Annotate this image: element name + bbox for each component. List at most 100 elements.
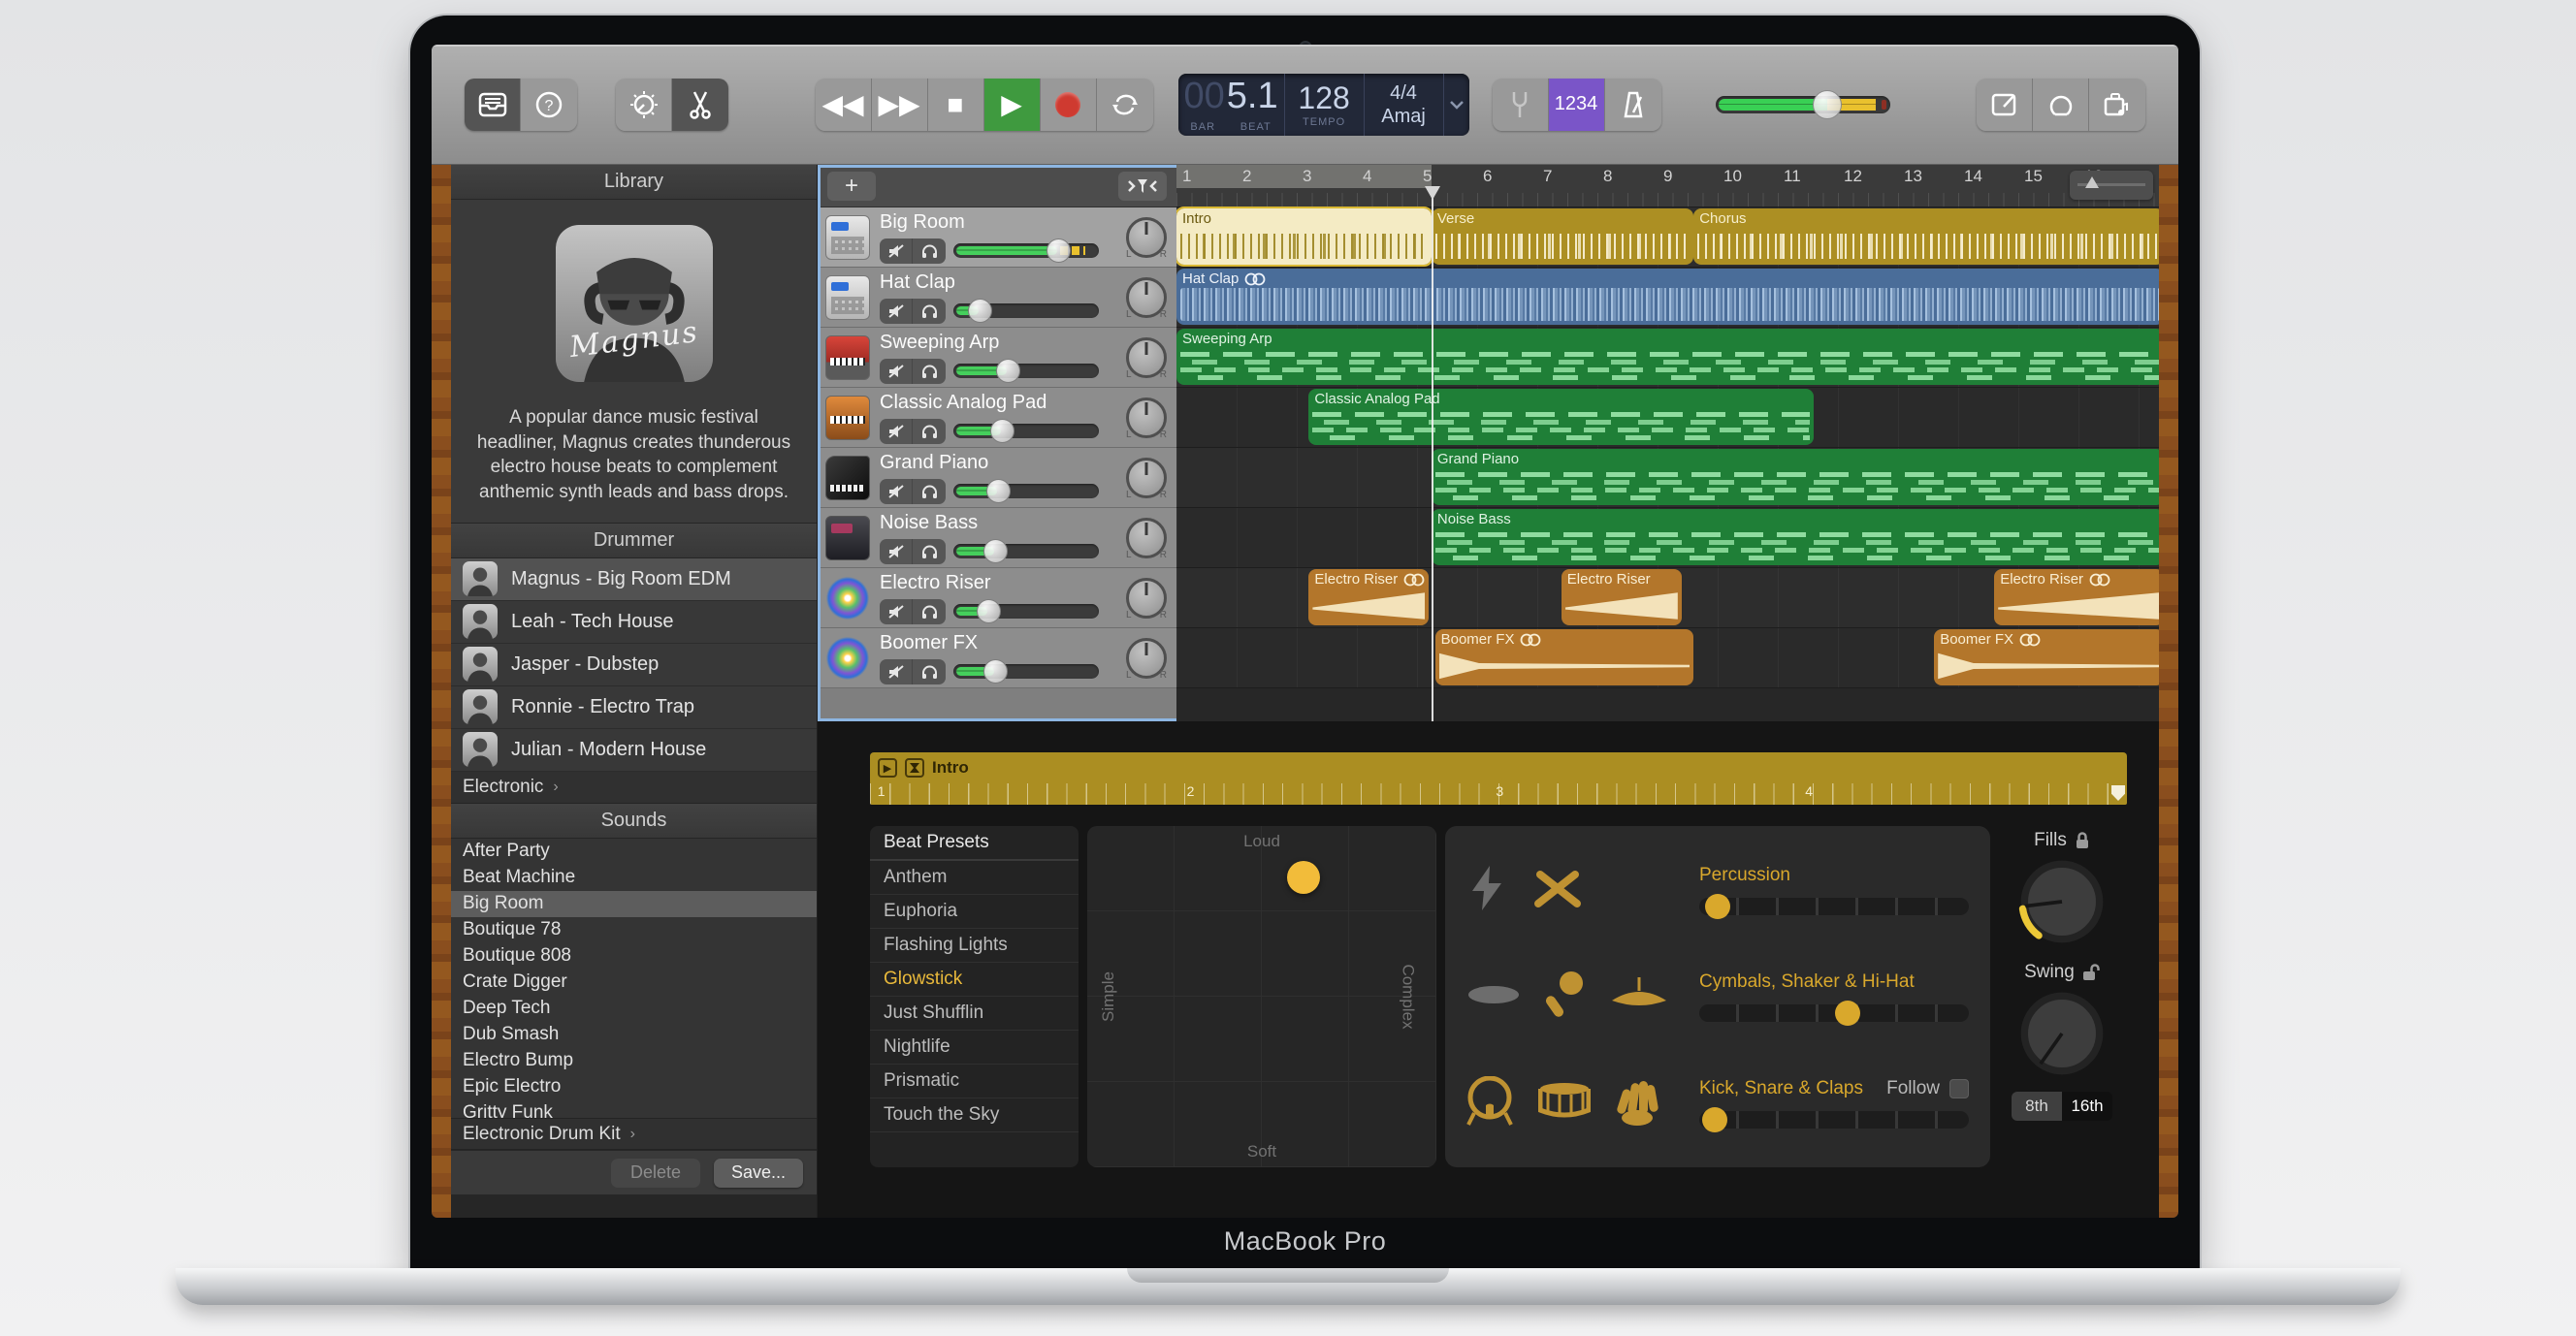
region-midi-green[interactable]: Sweeping Arp bbox=[1176, 329, 2159, 385]
media-browser-button[interactable] bbox=[2089, 79, 2145, 131]
rewind-button[interactable]: ◀◀ bbox=[816, 79, 872, 131]
track-lane[interactable]: Noise Bass bbox=[1176, 508, 2159, 568]
region-audio-orange[interactable]: Electro Riser bbox=[1562, 569, 1682, 625]
track-header-row[interactable]: Big RoomLR bbox=[818, 207, 1176, 268]
volume-thumb[interactable] bbox=[983, 539, 1008, 563]
sound-list-item[interactable]: After Party bbox=[451, 839, 817, 865]
solo-button[interactable] bbox=[913, 359, 946, 384]
xy-puck[interactable] bbox=[1287, 861, 1320, 894]
region-audio-orange[interactable]: Electro Riser bbox=[1308, 569, 1429, 625]
mute-button[interactable] bbox=[880, 359, 913, 384]
lightning-icon[interactable] bbox=[1466, 864, 1507, 917]
library-toggle-button[interactable] bbox=[465, 79, 521, 131]
solo-button[interactable] bbox=[913, 299, 946, 324]
editor-end-marker[interactable] bbox=[2111, 785, 2125, 801]
region-audio-orange[interactable]: Boomer FX bbox=[1435, 629, 1694, 685]
drummer-list-item[interactable]: Ronnie - Electro Trap bbox=[451, 686, 817, 729]
beat-preset-item[interactable]: Glowstick bbox=[870, 963, 1079, 997]
sound-list-item[interactable]: Boutique 78 bbox=[451, 917, 817, 943]
volume-thumb[interactable] bbox=[968, 299, 992, 323]
track-filter-button[interactable] bbox=[1118, 172, 1167, 201]
kit-breadcrumb[interactable]: Electronic Drum Kit› bbox=[451, 1118, 817, 1150]
track-header-row[interactable]: Hat ClapLR bbox=[818, 268, 1176, 328]
metronome-button[interactable] bbox=[1605, 79, 1661, 131]
editor-play-icon[interactable]: ▶ bbox=[878, 758, 897, 778]
master-volume-slider[interactable] bbox=[1716, 96, 1890, 113]
solo-button[interactable] bbox=[913, 419, 946, 444]
track-lane[interactable]: Sweeping Arp bbox=[1176, 328, 2159, 388]
forward-button[interactable]: ▶▶ bbox=[872, 79, 928, 131]
track-header-row[interactable]: Sweeping ArpLR bbox=[818, 328, 1176, 388]
track-volume-slider[interactable] bbox=[953, 484, 1099, 498]
save-button[interactable]: Save... bbox=[714, 1159, 803, 1188]
follow-checkbox[interactable] bbox=[1949, 1079, 1969, 1098]
volume-thumb[interactable] bbox=[996, 359, 1020, 383]
track-volume-slider[interactable] bbox=[953, 243, 1099, 258]
mute-button[interactable] bbox=[880, 419, 913, 444]
track-lane[interactable]: IntroVerseChorus bbox=[1176, 207, 2159, 268]
track-volume-slider[interactable] bbox=[953, 424, 1099, 438]
track-volume-slider[interactable] bbox=[953, 604, 1099, 619]
drummer-list-item[interactable]: Jasper - Dubstep bbox=[451, 644, 817, 686]
volume-thumb[interactable] bbox=[1046, 239, 1071, 263]
sound-list-item[interactable]: Electro Bump bbox=[451, 1048, 817, 1074]
editors-button[interactable] bbox=[672, 79, 728, 131]
swing-rate-option[interactable]: 8th bbox=[2012, 1092, 2062, 1121]
beat-preset-item[interactable]: Anthem bbox=[870, 861, 1079, 895]
quick-help-button[interactable]: ? bbox=[521, 79, 577, 131]
fills-knob[interactable] bbox=[2017, 857, 2107, 946]
region-drummer[interactable]: Verse bbox=[1432, 208, 1693, 265]
add-track-button[interactable]: + bbox=[827, 172, 876, 201]
mute-button[interactable] bbox=[880, 479, 913, 504]
track-lane[interactable]: Boomer FXBoomer FX bbox=[1176, 628, 2159, 688]
region-midi-green[interactable]: Classic Analog Pad bbox=[1308, 389, 1814, 445]
crash-cymbal-icon[interactable] bbox=[1610, 975, 1668, 1019]
drum-mix-slider[interactable] bbox=[1699, 1111, 1969, 1129]
drum-mix-slider-thumb[interactable] bbox=[1705, 894, 1730, 919]
drummer-list-item[interactable]: Magnus - Big Room EDM bbox=[451, 558, 817, 601]
drum-mix-slider[interactable] bbox=[1699, 1004, 1969, 1022]
drumsticks-icon[interactable] bbox=[1532, 867, 1583, 914]
beat-preset-item[interactable]: Prismatic bbox=[870, 1065, 1079, 1098]
drum-mix-slider-thumb[interactable] bbox=[1702, 1107, 1727, 1132]
bar-ruler[interactable]: 12345678910111213141516 bbox=[1176, 165, 2159, 207]
drum-mix-slider-thumb[interactable] bbox=[1835, 1001, 1860, 1026]
smart-controls-button[interactable] bbox=[616, 79, 672, 131]
drummer-list-item[interactable]: Leah - Tech House bbox=[451, 601, 817, 644]
sound-list-item[interactable]: Big Room bbox=[451, 891, 817, 917]
track-volume-slider[interactable] bbox=[953, 664, 1099, 679]
track-lane[interactable]: Grand Piano bbox=[1176, 448, 2159, 508]
beat-preset-item[interactable]: Flashing Lights bbox=[870, 929, 1079, 963]
solo-button[interactable] bbox=[913, 659, 946, 684]
solo-button[interactable] bbox=[913, 239, 946, 264]
track-volume-slider[interactable] bbox=[953, 544, 1099, 558]
beat-preset-item[interactable]: Euphoria bbox=[870, 895, 1079, 929]
sound-list-item[interactable]: Deep Tech bbox=[451, 996, 817, 1022]
mute-button[interactable] bbox=[880, 659, 913, 684]
track-header-row[interactable]: Boomer FXLR bbox=[818, 628, 1176, 688]
volume-thumb[interactable] bbox=[983, 659, 1008, 684]
sound-list-item[interactable]: Gritty Funk bbox=[451, 1100, 817, 1118]
sound-list-item[interactable]: Boutique 808 bbox=[451, 943, 817, 970]
playhead[interactable] bbox=[1432, 186, 1433, 721]
track-lane[interactable]: Classic Analog Pad bbox=[1176, 388, 2159, 448]
track-header-row[interactable]: Noise BassLR bbox=[818, 508, 1176, 568]
sound-list-item[interactable]: Crate Digger bbox=[451, 970, 817, 996]
sound-list-item[interactable]: Beat Machine bbox=[451, 865, 817, 891]
solo-button[interactable] bbox=[913, 539, 946, 564]
track-lane[interactable]: Electro RiserElectro RiserElectro Riser bbox=[1176, 568, 2159, 628]
mute-button[interactable] bbox=[880, 599, 913, 624]
region-midi-green[interactable]: Grand Piano bbox=[1432, 449, 2159, 505]
shaker-icon[interactable] bbox=[1546, 970, 1585, 1025]
track-volume-slider[interactable] bbox=[953, 364, 1099, 378]
ride-cymbal-icon[interactable] bbox=[1466, 983, 1521, 1011]
volume-thumb[interactable] bbox=[1813, 90, 1842, 119]
volume-thumb[interactable] bbox=[977, 599, 1001, 623]
swing-rate-option[interactable]: 16th bbox=[2062, 1092, 2112, 1121]
track-header-row[interactable]: Grand PianoLR bbox=[818, 448, 1176, 508]
delete-button[interactable]: Delete bbox=[611, 1159, 700, 1188]
notepad-button[interactable] bbox=[1977, 79, 2033, 131]
beat-preset-item[interactable]: Nightlife bbox=[870, 1031, 1079, 1065]
swing-knob[interactable] bbox=[2017, 989, 2107, 1078]
solo-button[interactable] bbox=[913, 599, 946, 624]
